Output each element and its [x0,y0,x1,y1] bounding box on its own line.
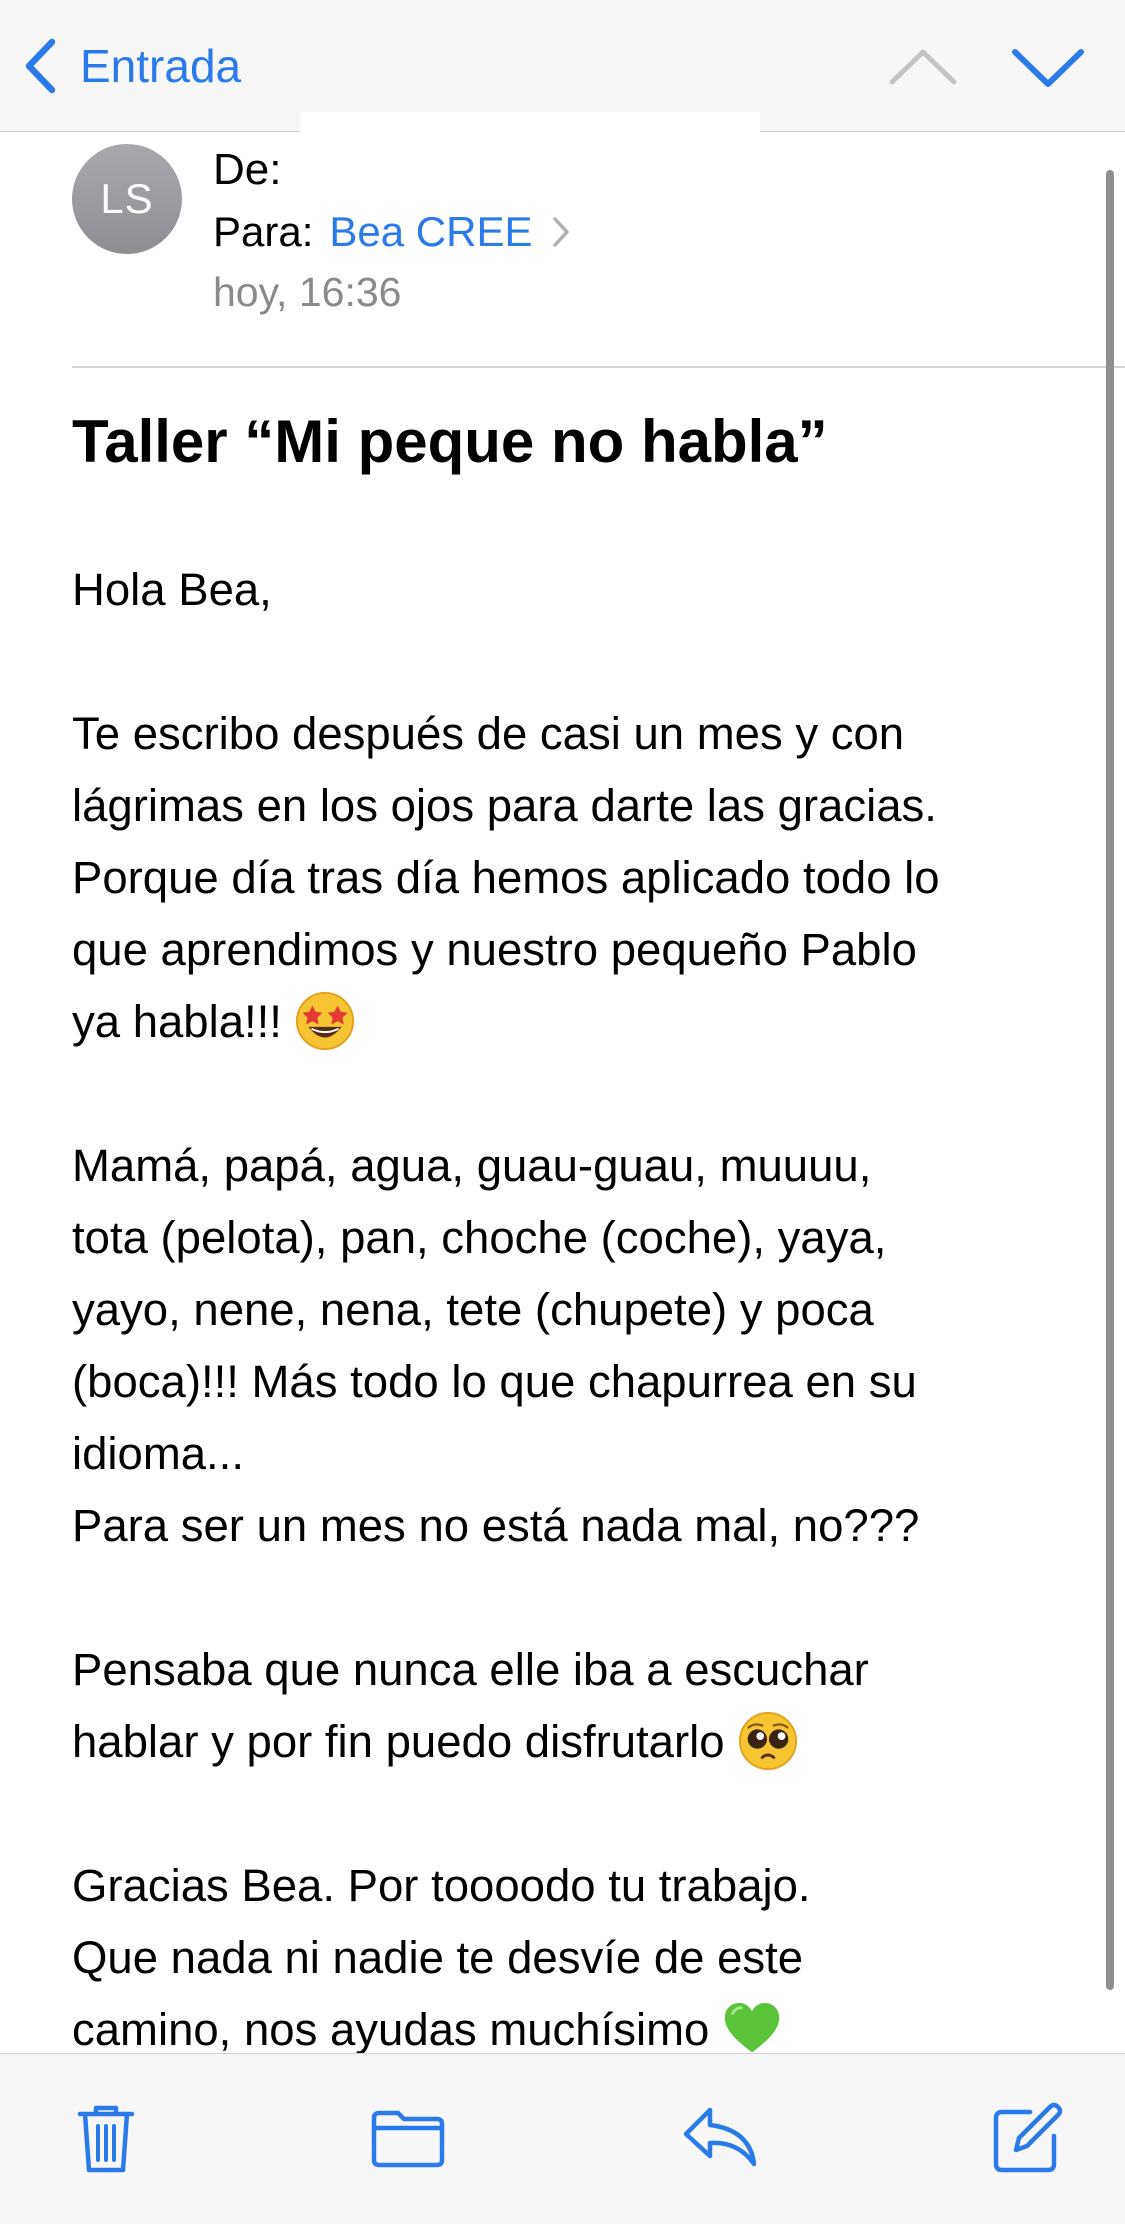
pleading-face-emoji [738,1711,797,1771]
chevron-right-icon [553,217,570,247]
header-divider [72,366,1125,368]
message-date: hoy, 16:36 [213,269,402,315]
sender-avatar[interactable]: LS [72,144,182,254]
body-line: lágrimas en los ojos para darte las grac… [72,780,937,831]
body-line: Gracias Bea. Por toooodo tu trabajo. [72,1860,811,1911]
from-row[interactable]: De: [213,142,281,198]
body-line: Porque día tras día hemos aplicado todo … [72,852,940,903]
move-to-folder-button[interactable] [368,2098,448,2178]
message-body: Hola Bea, Te escribo después de casi un … [72,554,1072,2066]
green-heart-emoji [725,2002,780,2053]
body-text-span: ya habla!!! [72,996,282,1047]
star-struck-emoji [295,991,355,1051]
from-label: De: [213,145,282,194]
message-subject: Taller “Mi peque no habla” [72,408,828,475]
greeting: Hola Bea, [72,564,272,615]
body-line: ya habla!!! [72,986,1072,1058]
body-line: yayo, nene, nena, tete (chupete) y poca [72,1284,874,1335]
back-label: Entrada [80,40,242,92]
bottom-toolbar [0,2053,1125,2224]
body-line: idioma... [72,1428,244,1479]
reply-button[interactable] [680,2098,760,2178]
body-line: tota (pelota), pan, choche (coche), yaya… [72,1212,887,1263]
redacted-sender-address [300,112,760,190]
chevron-up-icon[interactable] [888,42,958,92]
folder-icon [371,2110,445,2168]
body-line: Para ser un mes no está nada mal, no??? [72,1500,920,1551]
body-text-span: hablar y por fin puedo disfrutarlo [72,1716,725,1767]
body-line: Pensaba que nunca elle iba a escuchar [72,1644,869,1695]
delete-button[interactable] [66,2098,146,2178]
body-line: Mamá, papá, agua, guau-guau, muuuu, [72,1140,872,1191]
compose-button[interactable] [986,2098,1066,2178]
body-line: Te escribo después de casi un mes y con [72,708,905,759]
recipient-name[interactable]: Bea CREE [329,204,532,260]
compose-icon [993,2102,1063,2173]
chevron-down-icon[interactable] [1010,40,1086,92]
body-line: que aprendimos y nuestro pequeño Pablo [72,924,917,975]
to-row[interactable]: Para: Bea CREE [213,204,570,260]
body-text-span: camino, nos ayudas muchísimo [72,2004,710,2055]
body-line: hablar y por fin puedo disfrutarlo [72,1706,1072,1778]
trash-icon [77,2105,135,2173]
back-to-inbox-button[interactable]: Entrada [22,30,241,102]
reply-icon [683,2107,757,2167]
scroll-indicator[interactable] [1106,170,1114,1990]
to-label: Para: [213,208,314,255]
body-line: Que nada ni nadie te desvíe de este [72,1932,804,1983]
chevron-left-icon [25,38,56,94]
body-line: (boca)!!! Más todo lo que chapurrea en s… [72,1356,917,1407]
